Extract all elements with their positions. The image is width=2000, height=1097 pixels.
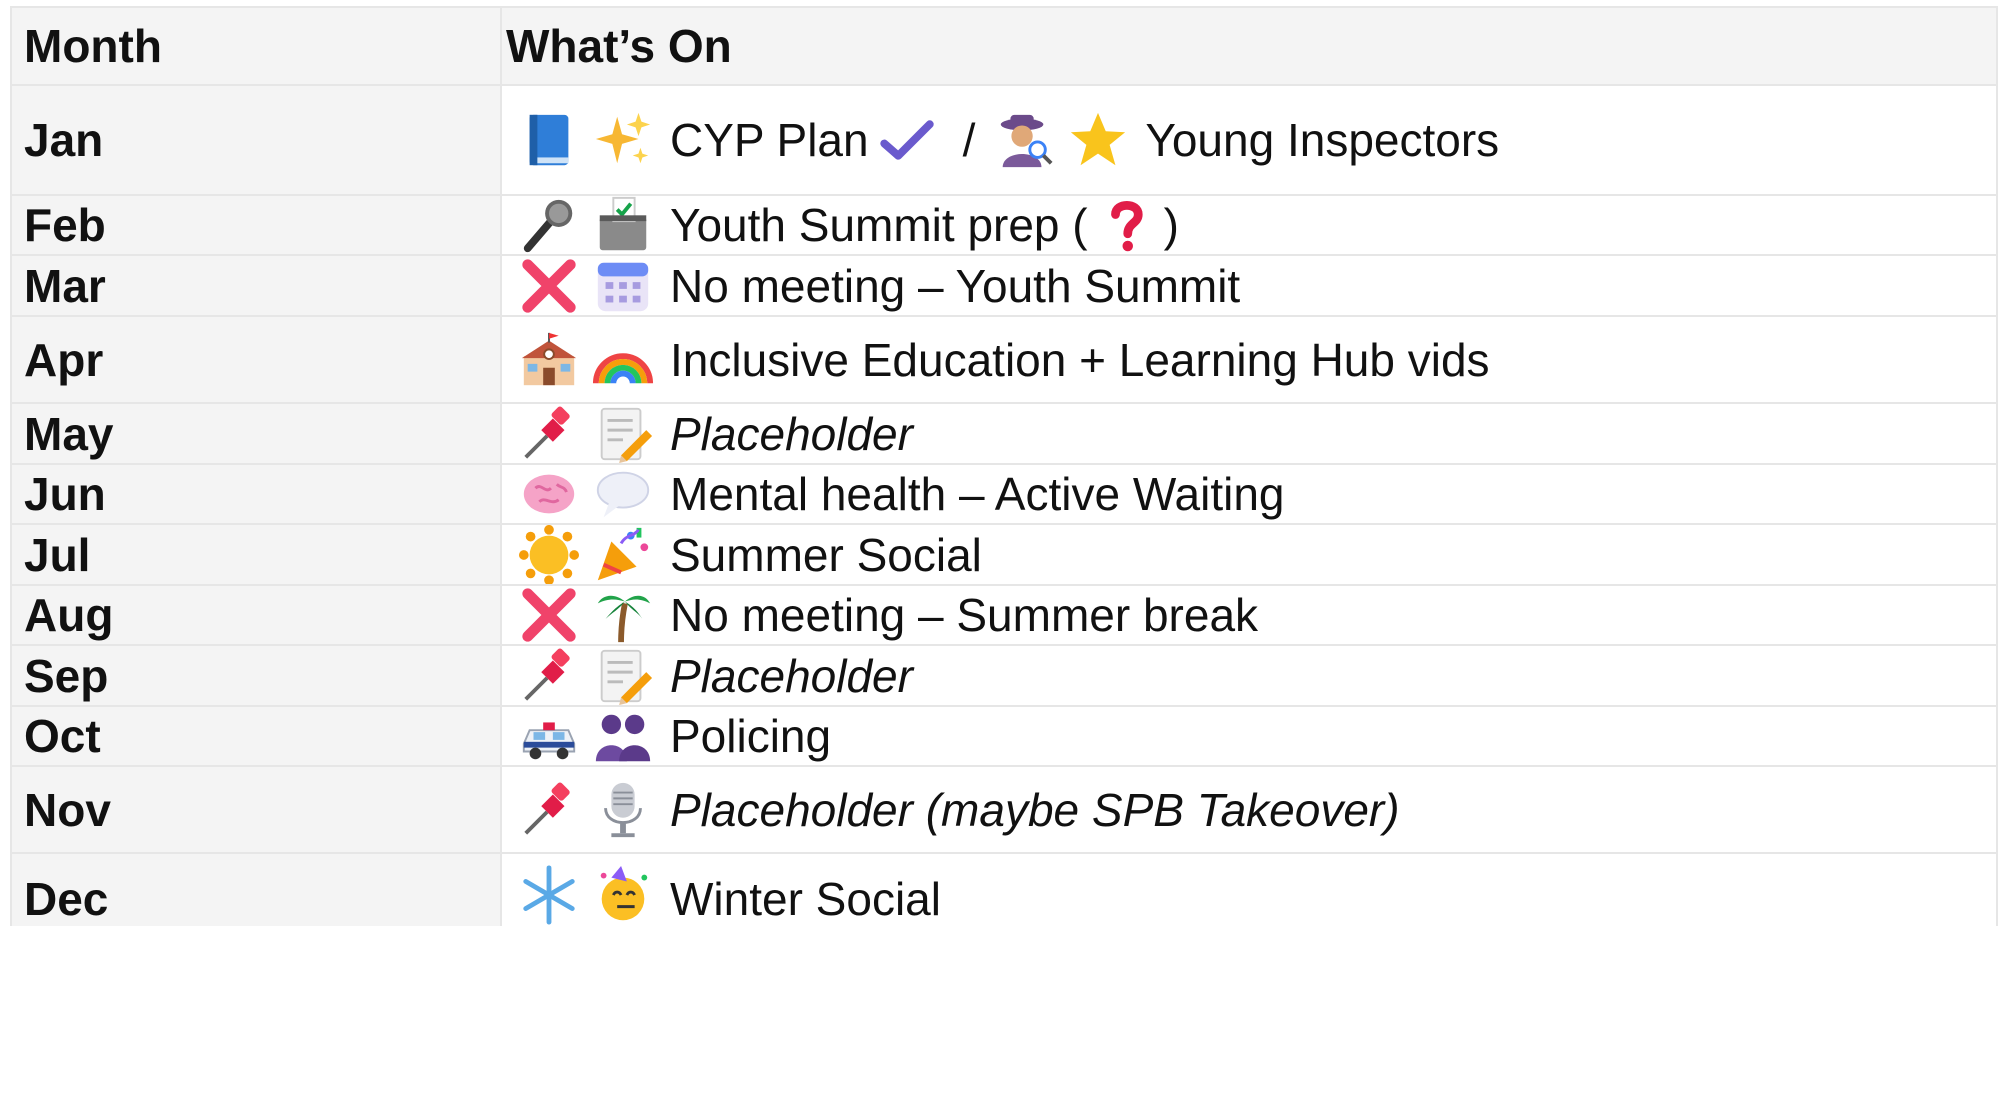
detective-icon	[993, 109, 1055, 171]
table-row: Sep Placeholder	[12, 646, 1996, 707]
table-row: Feb Youth Summit prep ( )	[12, 196, 1996, 256]
table-row: Dec Winter Social	[12, 854, 1996, 926]
calendar-icon	[592, 256, 654, 315]
school-icon	[518, 329, 580, 391]
blue-book-icon	[518, 109, 580, 171]
speech-bubble-icon	[592, 465, 654, 523]
table-header-row: Month What’s On	[12, 8, 1996, 86]
palm-tree-icon	[592, 586, 654, 644]
event-cell: Summer Social	[502, 525, 1996, 584]
month-cell: May	[12, 404, 502, 463]
two-people-icon	[592, 707, 654, 765]
table-row: Jun Mental health – Active Waiting	[12, 465, 1996, 525]
month-cell: Nov	[12, 767, 502, 852]
event-text-secondary: Young Inspectors	[1145, 114, 1500, 166]
event-cell: Placeholder	[502, 646, 1996, 705]
sun-icon	[518, 525, 580, 584]
month-cell: Sep	[12, 646, 502, 705]
table-row: Jul Summer Social	[12, 525, 1996, 586]
cross-mark-icon	[518, 256, 580, 315]
table-row: Mar No meeting – Youth Summit	[12, 256, 1996, 317]
closing-paren: )	[1163, 199, 1179, 251]
check-mark-icon	[879, 112, 935, 168]
ballot-box-icon	[592, 196, 654, 254]
table-row: Nov Placeholder (maybe SPB Takeover)	[12, 767, 1996, 854]
event-text: Placeholder	[670, 649, 913, 702]
event-text: Inclusive Education + Learning Hub vids	[670, 333, 1490, 386]
event-cell: Youth Summit prep ( )	[502, 196, 1996, 254]
month-column-header: Month	[12, 8, 502, 84]
sparkles-icon	[592, 109, 654, 171]
table-row: Oct Policing	[12, 707, 1996, 767]
whats-on-table: Month What’s On Jan CYP Plan / Young Ins…	[10, 6, 1998, 926]
rainbow-icon	[592, 329, 654, 391]
event-text: Winter Social	[670, 873, 941, 925]
police-car-icon	[518, 707, 580, 765]
brain-icon	[518, 465, 580, 523]
month-cell: Aug	[12, 586, 502, 644]
month-cell: Dec	[12, 854, 502, 926]
event-text: No meeting – Summer break	[670, 589, 1259, 641]
month-cell: Mar	[12, 256, 502, 315]
party-popper-icon	[592, 525, 654, 584]
month-cell: Jun	[12, 465, 502, 523]
month-cell: Oct	[12, 707, 502, 765]
event-text: Placeholder (maybe SPB Takeover)	[670, 783, 1400, 836]
month-cell: Feb	[12, 196, 502, 254]
event-cell: No meeting – Youth Summit	[502, 256, 1996, 315]
event-text: No meeting – Youth Summit	[670, 259, 1241, 312]
event-cell: Inclusive Education + Learning Hub vids	[502, 317, 1996, 402]
table-row: Jan CYP Plan / Young Inspectors	[12, 86, 1996, 196]
event-text: Policing	[670, 710, 832, 762]
event-cell: Placeholder (maybe SPB Takeover)	[502, 767, 1996, 852]
event-text: Youth Summit prep (	[670, 199, 1088, 251]
pushpin-icon	[518, 646, 580, 705]
event-cell: Mental health – Active Waiting	[502, 465, 1996, 523]
month-cell: Jul	[12, 525, 502, 584]
event-cell: CYP Plan / Young Inspectors	[502, 86, 1996, 194]
table-row: Apr Inclusive Education + Learning Hub v…	[12, 317, 1996, 404]
table-row: May Placeholder	[12, 404, 1996, 465]
event-text: Mental health – Active Waiting	[670, 468, 1285, 520]
microphone-icon	[518, 196, 580, 254]
event-text: Placeholder	[670, 407, 913, 460]
table-row: Aug No meeting – Summer break	[12, 586, 1996, 646]
separator-text: /	[962, 114, 976, 166]
snowflake-icon	[518, 864, 580, 926]
party-face-icon	[592, 864, 654, 926]
pushpin-icon	[518, 404, 580, 463]
event-cell: Winter Social	[502, 854, 1996, 926]
memo-icon	[592, 404, 654, 463]
whats-on-column-header: What’s On	[502, 8, 1996, 84]
pushpin-icon	[518, 779, 580, 841]
star-icon	[1067, 109, 1129, 171]
event-cell: Policing	[502, 707, 1996, 765]
event-text: CYP Plan	[670, 114, 869, 166]
month-cell: Jan	[12, 86, 502, 194]
event-text: Summer Social	[670, 528, 982, 581]
studio-microphone-icon	[592, 779, 654, 841]
event-cell: Placeholder	[502, 404, 1996, 463]
month-cell: Apr	[12, 317, 502, 402]
cross-mark-icon	[518, 586, 580, 644]
question-mark-icon	[1098, 197, 1154, 253]
memo-icon	[592, 646, 654, 705]
event-cell: No meeting – Summer break	[502, 586, 1996, 644]
